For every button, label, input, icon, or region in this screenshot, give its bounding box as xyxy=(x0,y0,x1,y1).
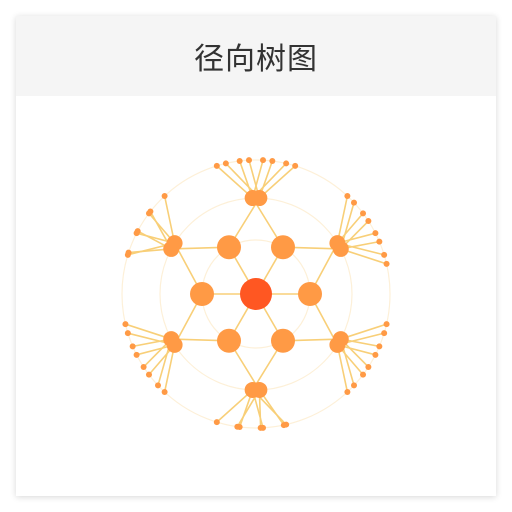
leaf-node xyxy=(344,389,351,396)
leaf-node xyxy=(376,238,383,245)
leaf-node xyxy=(222,160,229,167)
leaf-node xyxy=(133,351,140,358)
radial-tree-card: 径向树图 xyxy=(16,16,496,496)
leaf-node xyxy=(344,192,351,199)
leaf-node xyxy=(372,230,379,237)
radial-tree-diagram xyxy=(121,157,391,431)
leaf-node xyxy=(129,343,136,350)
subgroup-node xyxy=(166,336,183,353)
branch-node xyxy=(190,282,214,306)
branch-node xyxy=(217,235,241,260)
card-title: 径向树图 xyxy=(194,42,318,77)
leaf-node xyxy=(161,389,168,396)
leaf-node xyxy=(124,330,131,337)
branch-node xyxy=(217,328,241,353)
leaf-node xyxy=(381,251,388,258)
leaf-node xyxy=(360,371,367,378)
leaf-node xyxy=(257,424,264,431)
leaf-node xyxy=(122,321,129,328)
leaf-node xyxy=(283,160,290,167)
leaf-node xyxy=(145,371,152,378)
branch-node xyxy=(298,282,322,306)
leaf-node xyxy=(383,260,390,267)
leaf-node xyxy=(381,330,388,337)
leaf-node xyxy=(280,422,287,429)
subgroup-node xyxy=(332,331,349,348)
leaf-node xyxy=(351,199,358,206)
leaf-node xyxy=(161,192,168,199)
leaf-node xyxy=(292,162,299,169)
subgroup-node xyxy=(166,235,183,252)
root-node xyxy=(240,278,272,310)
leaf-node xyxy=(351,382,358,389)
leaf-node xyxy=(365,363,372,370)
leaf-node xyxy=(213,419,220,426)
leaf-node xyxy=(140,363,147,370)
leaf-node xyxy=(360,210,367,217)
leaf-node xyxy=(383,321,390,328)
card-header: 径向树图 xyxy=(16,16,496,96)
leaf-node xyxy=(236,157,243,164)
leaf-node xyxy=(372,351,379,358)
leaf-node xyxy=(145,210,152,217)
leaf-node xyxy=(260,157,267,164)
leaf-node xyxy=(245,157,252,164)
subgroup-node xyxy=(244,190,261,207)
leaf-node xyxy=(213,162,220,169)
leaf-node xyxy=(234,423,241,430)
branch-node xyxy=(271,328,295,353)
leaf-node xyxy=(154,382,161,389)
leaf-node xyxy=(269,157,276,164)
card-body xyxy=(16,96,496,496)
leaf-node xyxy=(133,230,140,237)
subgroup-node xyxy=(329,235,346,252)
leaf-node xyxy=(376,343,383,350)
leaf-node xyxy=(124,251,131,258)
leaf-node xyxy=(365,218,372,225)
branch-node xyxy=(271,235,295,260)
subgroup-node xyxy=(251,381,268,398)
